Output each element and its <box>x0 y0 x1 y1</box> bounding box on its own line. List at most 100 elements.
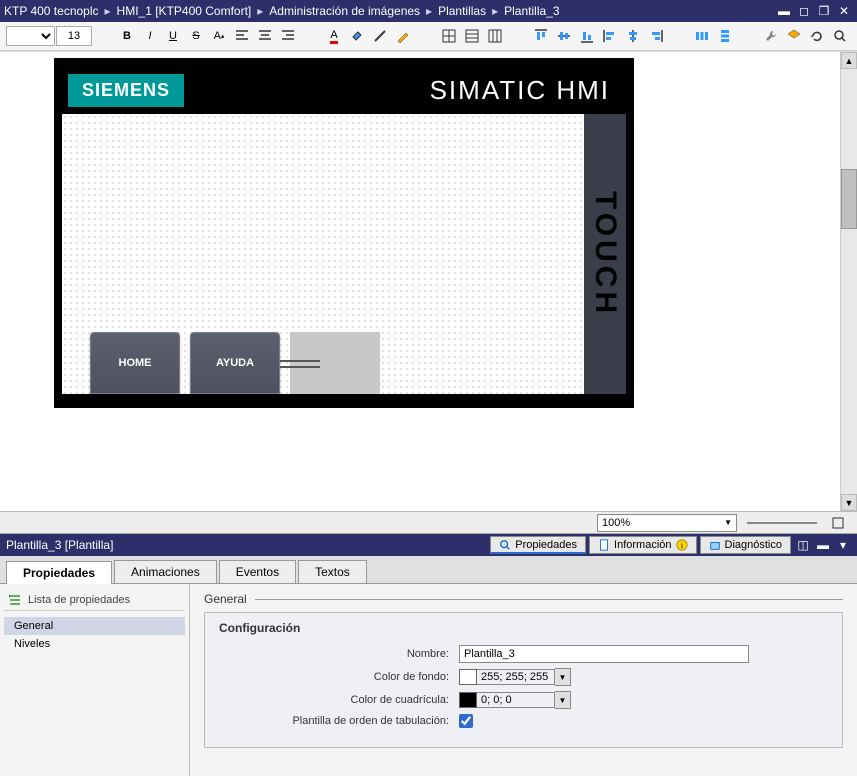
bgcolor-dropdown-button[interactable]: ▼ <box>555 668 571 686</box>
info-icon <box>598 539 610 551</box>
align-right-button[interactable] <box>277 25 299 47</box>
zoom-fit-button[interactable] <box>827 512 849 534</box>
taborder-label: Plantilla de orden de tabulación: <box>219 715 459 727</box>
underline-button[interactable]: U <box>162 25 184 47</box>
align-left2-button[interactable] <box>599 25 621 47</box>
italic-button[interactable]: I <box>139 25 161 47</box>
properties-icon <box>499 539 511 551</box>
vertical-scrollbar[interactable]: ▲ ▼ <box>840 52 857 511</box>
scroll-down-icon[interactable]: ▼ <box>841 494 857 511</box>
list-icon <box>8 593 22 607</box>
property-list-header: Lista de propiedades <box>4 590 185 611</box>
window-titlebar: KTP 400 tecnoplc▸ HMI_1 [KTP400 Comfort]… <box>0 0 857 22</box>
pencil-button[interactable] <box>392 25 414 47</box>
tab-diagnostics[interactable]: Diagnóstico <box>700 536 791 554</box>
name-label: Nombre: <box>219 648 459 660</box>
breadcrumb-item[interactable]: Plantillas <box>438 4 486 18</box>
gridcolor-dropdown-button[interactable]: ▼ <box>555 691 571 709</box>
maintab-texts[interactable]: Textos <box>298 560 367 583</box>
zoom-bar: 100%▼ <box>0 511 857 533</box>
config-section-title: Configuración <box>219 621 828 635</box>
config-group-title: General <box>204 592 247 606</box>
property-list-sidebar: Lista de propiedades General Niveles <box>0 584 190 776</box>
breadcrumb-item[interactable]: Plantilla_3 <box>504 4 559 18</box>
distribute-h-button[interactable] <box>691 25 713 47</box>
config-area: General Configuración Nombre: Color de f… <box>190 584 857 776</box>
scroll-thumb[interactable] <box>841 169 857 229</box>
grid-button-2[interactable] <box>461 25 483 47</box>
diagnostics-icon <box>709 539 721 551</box>
align-left-button[interactable] <box>231 25 253 47</box>
breadcrumb-item[interactable]: HMI_1 [KTP400 Comfort] <box>117 4 252 18</box>
format-toolbar: B I U S A▴ A <box>0 22 857 51</box>
bgcolor-label: Color de fondo: <box>219 671 459 683</box>
align-top-button[interactable] <box>530 25 552 47</box>
properties-title: Plantilla_3 [Plantilla] <box>6 538 113 552</box>
maintab-events[interactable]: Eventos <box>219 560 296 583</box>
gridcolor-label: Color de cuadrícula: <box>219 694 459 706</box>
info-badge-icon: i <box>676 539 688 551</box>
align-hcenter-button[interactable] <box>622 25 644 47</box>
gridcolor-value[interactable]: 0; 0; 0 <box>477 692 555 708</box>
hmi-home-button[interactable]: HOME <box>90 332 180 394</box>
hmi-screen-area[interactable]: HOME AYUDA <box>62 114 584 394</box>
config-box: Configuración Nombre: Color de fondo: 25… <box>204 612 843 748</box>
svg-text:i: i <box>681 540 683 550</box>
window-restore-icon[interactable]: ◻ <box>795 3 813 19</box>
zoom-select[interactable]: 100%▼ <box>597 514 737 532</box>
gridcolor-swatch <box>459 692 477 708</box>
panel-expand-icon[interactable]: ▾ <box>835 538 851 552</box>
main-tabs: Propiedades Animaciones Eventos Textos <box>0 556 857 584</box>
hmi-button-placeholder[interactable] <box>290 332 380 394</box>
maintab-properties[interactable]: Propiedades <box>6 561 112 584</box>
rotate-button[interactable] <box>806 25 828 47</box>
font-family-select[interactable] <box>6 26 55 46</box>
bgcolor-value[interactable]: 255; 255; 255 <box>477 669 555 685</box>
sidebar-item-levels[interactable]: Niveles <box>4 635 185 653</box>
breadcrumb-item[interactable]: KTP 400 tecnoplc <box>4 4 99 18</box>
align-bottom-button[interactable] <box>576 25 598 47</box>
editor-area: B I U S A▴ A SIEMENS <box>0 22 857 534</box>
touch-strip: TOUCH <box>584 114 626 394</box>
hmi-help-button[interactable]: AYUDA <box>190 332 280 394</box>
scroll-up-icon[interactable]: ▲ <box>841 52 857 69</box>
bold-button[interactable]: B <box>116 25 138 47</box>
line-color-button[interactable] <box>369 25 391 47</box>
superscript-button[interactable]: A▴ <box>208 25 230 47</box>
tab-information[interactable]: Información i <box>589 536 696 554</box>
layers-button[interactable] <box>783 25 805 47</box>
window-minimize-icon[interactable]: ▬ <box>775 3 793 19</box>
font-size-input[interactable] <box>56 26 92 46</box>
wrench-button[interactable] <box>760 25 782 47</box>
grid-button-1[interactable] <box>438 25 460 47</box>
zoom-slider[interactable] <box>747 522 817 524</box>
window-close-icon[interactable]: ✕ <box>835 3 853 19</box>
tab-properties[interactable]: Propiedades <box>490 536 586 554</box>
strikethrough-button[interactable]: S <box>185 25 207 47</box>
font-color-button[interactable]: A <box>323 25 345 47</box>
properties-header: Plantilla_3 [Plantilla] Propiedades Info… <box>0 534 857 556</box>
fill-color-button[interactable] <box>346 25 368 47</box>
grid-button-3[interactable] <box>484 25 506 47</box>
taborder-checkbox[interactable] <box>459 714 473 728</box>
properties-panel: Lista de propiedades General Niveles Gen… <box>0 584 857 776</box>
breadcrumb-item[interactable]: Administración de imágenes <box>269 4 420 18</box>
siemens-logo: SIEMENS <box>68 74 184 107</box>
distribute-v-button[interactable] <box>714 25 736 47</box>
window-maximize-icon[interactable]: ❐ <box>815 3 833 19</box>
touch-label: TOUCH <box>588 191 622 317</box>
simatic-title: SIMATIC HMI <box>204 75 620 106</box>
breadcrumb: KTP 400 tecnoplc▸ HMI_1 [KTP400 Comfort]… <box>4 4 775 18</box>
align-right2-button[interactable] <box>645 25 667 47</box>
maintab-animations[interactable]: Animaciones <box>114 560 217 583</box>
bgcolor-swatch <box>459 669 477 685</box>
align-vcenter-button[interactable] <box>553 25 575 47</box>
name-input[interactable] <box>459 645 749 663</box>
zoom-button[interactable] <box>829 25 851 47</box>
align-center-button[interactable] <box>254 25 276 47</box>
sidebar-item-general[interactable]: General <box>4 617 185 635</box>
design-canvas[interactable]: SIEMENS SIMATIC HMI HOME AYUDA TOUCH ▲ ▼ <box>0 51 857 511</box>
hmi-device-frame: SIEMENS SIMATIC HMI HOME AYUDA TOUCH <box>54 58 634 408</box>
panel-layout-icon[interactable]: ◫ <box>795 538 811 552</box>
panel-minimize-icon[interactable]: ▬ <box>815 538 831 552</box>
